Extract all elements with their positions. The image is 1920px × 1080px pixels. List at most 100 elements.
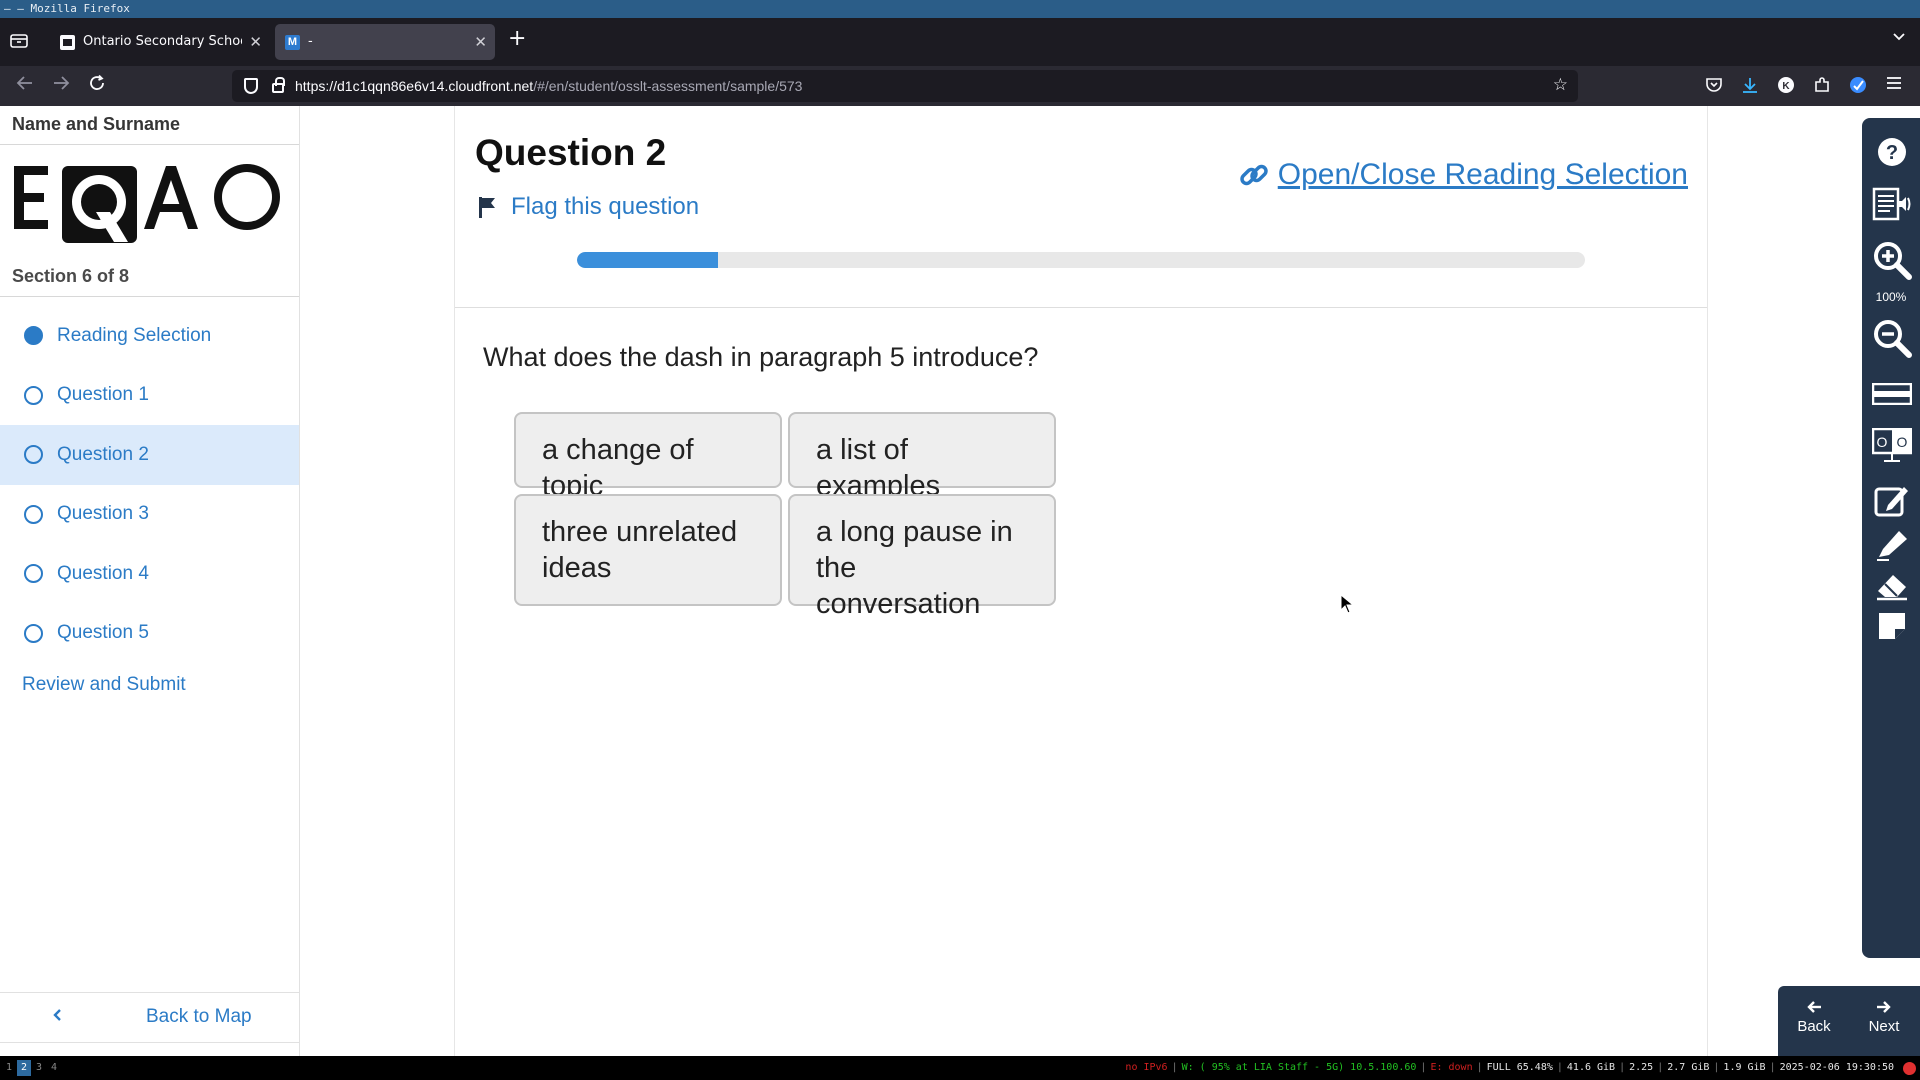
nav-item-question-2[interactable]: Question 2 bbox=[0, 425, 299, 485]
reload-icon[interactable] bbox=[88, 74, 106, 98]
browser-tab-2[interactable]: M - ✕ bbox=[275, 24, 495, 60]
workspace-3[interactable]: 3 bbox=[32, 1060, 46, 1076]
bookmark-star-icon[interactable]: ☆ bbox=[1553, 75, 1568, 95]
mouse-cursor-icon bbox=[1340, 594, 1354, 614]
ethernet-status: E: down bbox=[1430, 1062, 1473, 1073]
divider bbox=[0, 296, 299, 297]
clock: 2025-02-06 19:30:50 bbox=[1779, 1062, 1894, 1073]
open-close-reading-selection-link[interactable]: Open/Close Reading Selection bbox=[1238, 158, 1688, 192]
workspace-2[interactable]: 2 bbox=[17, 1060, 31, 1076]
question-panel: Question 2 Flag this question Open/Close… bbox=[454, 106, 1708, 1056]
load-status: 2.25 bbox=[1629, 1062, 1654, 1073]
zoom-in-icon[interactable] bbox=[1872, 240, 1912, 280]
url-text[interactable]: https://d1c1qqn86e6v14.cloudfront.net/#/… bbox=[295, 70, 802, 102]
downloads-icon[interactable] bbox=[1740, 76, 1760, 96]
assessment-tools-panel: ? 100% OO bbox=[1862, 118, 1920, 958]
contrast-icon[interactable]: OO bbox=[1872, 426, 1912, 466]
close-tab-icon[interactable]: ✕ bbox=[474, 24, 487, 60]
answer-choice[interactable]: a long pause in the conversation bbox=[788, 494, 1056, 620]
zoom-level: 100% bbox=[1875, 290, 1907, 304]
open-close-reading-label: Open/Close Reading Selection bbox=[1277, 158, 1688, 191]
nav-item-reading-selection[interactable]: Reading Selection bbox=[0, 306, 299, 366]
extensions-icon[interactable] bbox=[1812, 76, 1832, 96]
browser-tab-1[interactable]: Ontario Secondary School ✕ bbox=[50, 24, 270, 60]
system-status-bar: 1 2 3 4 no IPv6 | W: ( 95% at LIA Staff - … bbox=[0, 1056, 1920, 1080]
divider bbox=[455, 307, 1707, 308]
status-circle-icon bbox=[24, 564, 43, 584]
flag-icon bbox=[479, 197, 495, 218]
nav-item-label: Question 5 bbox=[57, 622, 149, 644]
divider bbox=[0, 992, 299, 993]
chevron-left-icon bbox=[52, 1006, 62, 1027]
memory-status: 2.7 GiB bbox=[1667, 1062, 1710, 1073]
back-arrow-icon[interactable] bbox=[16, 74, 34, 98]
zoom-out-icon[interactable] bbox=[1872, 318, 1912, 358]
completed-indicator-icon bbox=[24, 326, 43, 346]
status-circle-icon bbox=[24, 445, 43, 465]
sticky-note-icon[interactable] bbox=[1872, 606, 1912, 646]
browser-toolbar: https://d1c1qqn86e6v14.cloudfront.net/#/… bbox=[0, 66, 1920, 106]
eraser-icon[interactable] bbox=[1872, 566, 1912, 606]
nav-item-question-3[interactable]: Question 3 bbox=[0, 485, 299, 545]
url-host: https://d1c1qqn86e6v14.cloudfront.net bbox=[295, 78, 534, 94]
back-to-map-button[interactable]: Back to Map bbox=[0, 994, 299, 1040]
chevron-down-icon[interactable] bbox=[1892, 30, 1906, 46]
link-icon bbox=[1240, 164, 1268, 186]
next-button[interactable]: Next bbox=[1850, 986, 1918, 1056]
question-prompt: What does the dash in paragraph 5 introd… bbox=[483, 342, 1039, 372]
text-to-speech-icon[interactable] bbox=[1872, 184, 1912, 224]
swap-status: 1.9 GiB bbox=[1723, 1062, 1766, 1073]
review-and-submit-link[interactable]: Review and Submit bbox=[22, 674, 186, 696]
tab-favicon: M bbox=[285, 35, 300, 50]
tracking-shield-icon[interactable] bbox=[244, 78, 258, 94]
url-path: /#/en/student/osslt-assessment/sample/57… bbox=[533, 78, 803, 94]
new-tab-icon[interactable]: + bbox=[508, 26, 526, 51]
nav-item-label: Question 1 bbox=[57, 384, 149, 406]
forward-arrow-icon[interactable] bbox=[52, 74, 70, 98]
back-button-label: Back bbox=[1797, 1018, 1831, 1035]
tab-label: - bbox=[308, 34, 313, 49]
answer-choice[interactable]: a list of examples bbox=[788, 412, 1056, 502]
question-navigation: Back Next bbox=[1778, 986, 1920, 1056]
next-button-label: Next bbox=[1868, 1018, 1900, 1035]
nav-item-question-1[interactable]: Question 1 bbox=[0, 366, 299, 426]
tray-icon[interactable] bbox=[1903, 1062, 1916, 1075]
page-content: Name and Surname Section 6 of 8 Reading … bbox=[0, 106, 1920, 1056]
menu-icon[interactable] bbox=[1884, 76, 1904, 96]
tab-list-icon[interactable] bbox=[10, 32, 34, 52]
account-icon[interactable]: K bbox=[1776, 76, 1796, 96]
svg-text:O: O bbox=[1897, 434, 1908, 450]
notepad-icon[interactable] bbox=[1872, 480, 1912, 520]
help-icon[interactable]: ? bbox=[1872, 132, 1912, 172]
pocket-icon[interactable] bbox=[1704, 76, 1724, 96]
eqao-logo bbox=[14, 156, 284, 251]
highlighter-icon[interactable] bbox=[1872, 524, 1912, 564]
window-title: – – Mozilla Firefox bbox=[0, 0, 1920, 18]
answer-choice[interactable]: a change of topic bbox=[514, 412, 782, 502]
section-item-list: Reading Selection Question 1 Question 2 … bbox=[0, 306, 299, 663]
workspace-1[interactable]: 1 bbox=[2, 1060, 16, 1076]
tab-label: Ontario Secondary School bbox=[83, 34, 242, 49]
back-button[interactable]: Back bbox=[1780, 986, 1848, 1056]
vpn-extension-icon[interactable] bbox=[1848, 76, 1868, 96]
url-bar[interactable]: https://d1c1qqn86e6v14.cloudfront.net/#/… bbox=[232, 70, 1578, 102]
answer-choice[interactable]: three unrelated ideas bbox=[514, 494, 782, 606]
back-to-map-label: Back to Map bbox=[146, 1006, 252, 1027]
wifi-status: W: ( 95% at LIA Staff - 5G) 10.5.100.60 bbox=[1181, 1062, 1417, 1073]
tab-favicon bbox=[60, 35, 75, 50]
answer-choices: a change of topic a list of examples thr… bbox=[514, 412, 1060, 620]
nav-item-question-4[interactable]: Question 4 bbox=[0, 544, 299, 604]
workspace-4[interactable]: 4 bbox=[47, 1060, 61, 1076]
nav-item-question-5[interactable]: Question 5 bbox=[0, 604, 299, 664]
lock-icon[interactable] bbox=[272, 77, 285, 93]
question-title: Question 2 bbox=[475, 132, 667, 173]
ipv6-status: no IPv6 bbox=[1125, 1062, 1168, 1073]
flag-question-label: Flag this question bbox=[511, 193, 700, 220]
line-reader-icon[interactable] bbox=[1872, 374, 1912, 414]
divider bbox=[0, 144, 299, 145]
flag-question-button[interactable]: Flag this question bbox=[477, 192, 699, 222]
battery-status: FULL 65.48% bbox=[1486, 1062, 1553, 1073]
close-tab-icon[interactable]: ✕ bbox=[249, 24, 262, 60]
nav-item-label: Question 3 bbox=[57, 503, 149, 525]
svg-text:O: O bbox=[1877, 434, 1888, 450]
